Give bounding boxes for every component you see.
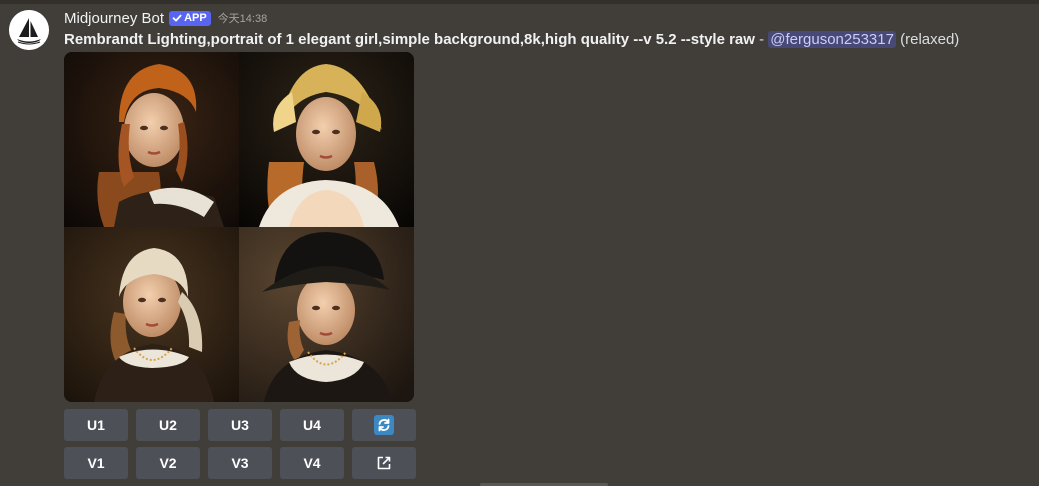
u2-button[interactable]: U2 <box>136 409 200 441</box>
portrait-2-golden-veil[interactable] <box>239 52 414 227</box>
timestamp: 今天14:38 <box>217 13 268 25</box>
upscale-buttons-row: U1 U2 U3 U4 <box>64 409 416 441</box>
user-mention[interactable]: @ferguson253317 <box>768 31 896 48</box>
u1-button[interactable]: U1 <box>64 409 128 441</box>
mode-text: (relaxed) <box>900 31 960 48</box>
avatar[interactable] <box>9 10 49 50</box>
external-link-icon <box>377 456 391 470</box>
prompt-text: Rembrandt Lighting,portrait of 1 elegant… <box>64 31 755 48</box>
separator-text: - <box>754 31 769 48</box>
message-content: Rembrandt Lighting,portrait of 1 elegant… <box>64 29 959 51</box>
portrait-4-black-hat[interactable] <box>239 227 414 402</box>
open-in-browser-button[interactable] <box>352 447 416 479</box>
v2-button[interactable]: V2 <box>136 447 200 479</box>
username[interactable]: Midjourney Bot <box>64 10 164 27</box>
v1-button[interactable]: V1 <box>64 447 128 479</box>
chat-message: Midjourney Bot APP 今天14:38 Rembrandt Lig… <box>0 4 1039 486</box>
v3-button[interactable]: V3 <box>208 447 272 479</box>
message-header: Midjourney Bot APP 今天14:38 <box>64 7 267 29</box>
reroll-icon <box>374 415 394 435</box>
portrait-grid-image[interactable] <box>64 52 414 402</box>
checkmark-icon <box>172 14 182 22</box>
portrait-3-cream-headscarf[interactable] <box>64 227 239 402</box>
variation-buttons-row: V1 V2 V3 V4 <box>64 447 416 479</box>
app-badge-label: APP <box>184 11 207 24</box>
midjourney-sailboat-icon <box>9 10 49 50</box>
portrait-1-orange-headscarf[interactable] <box>64 52 239 227</box>
u4-button[interactable]: U4 <box>280 409 344 441</box>
u3-button[interactable]: U3 <box>208 409 272 441</box>
app-badge: APP <box>169 10 211 26</box>
v4-button[interactable]: V4 <box>280 447 344 479</box>
reroll-button[interactable] <box>352 409 416 441</box>
